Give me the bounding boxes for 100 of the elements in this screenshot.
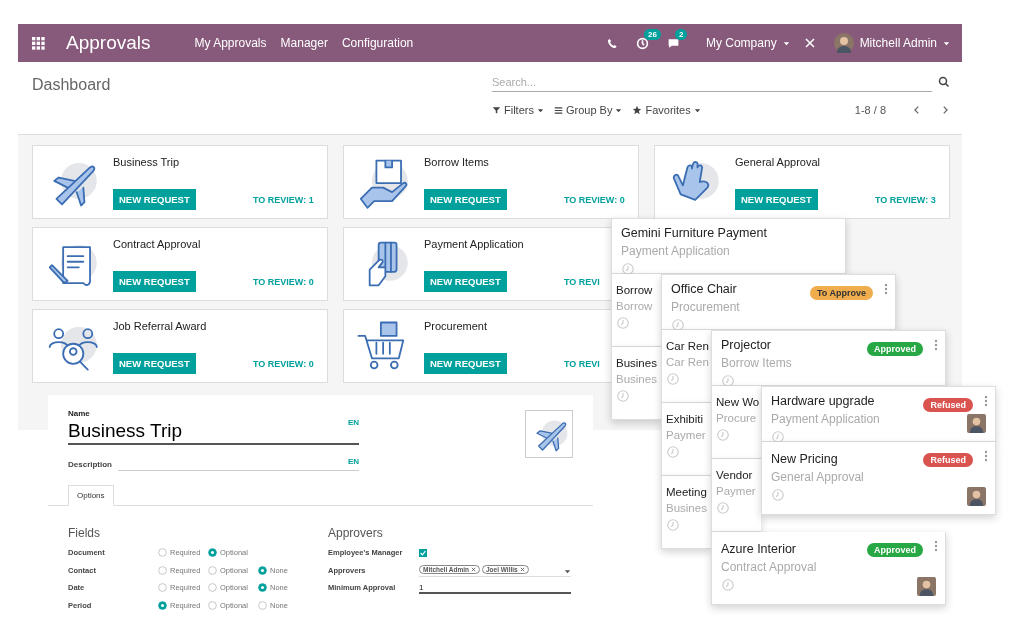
app-title[interactable]: Approvals bbox=[66, 32, 151, 54]
more-icon bbox=[934, 540, 938, 552]
request-title: Exhibiti bbox=[666, 413, 704, 425]
kanban-card[interactable]: Azure Interior Contract Approval Approved bbox=[711, 532, 946, 605]
request-type: General Approval bbox=[771, 470, 864, 484]
close-icon bbox=[519, 567, 525, 573]
radio-button[interactable] bbox=[258, 583, 267, 593]
to-review-link[interactable]: TO REVIEW: 0 bbox=[253, 276, 314, 287]
new-request-button[interactable]: NEW REQUEST bbox=[735, 189, 818, 210]
status-badge: To Approve bbox=[810, 286, 873, 300]
radio-button[interactable] bbox=[158, 565, 167, 575]
caret-icon bbox=[536, 106, 544, 114]
menu-icon bbox=[553, 105, 563, 115]
request-type: Procure bbox=[716, 412, 757, 424]
request-type: Car Ren bbox=[666, 356, 709, 368]
radio-button[interactable] bbox=[258, 565, 267, 575]
phone-icon bbox=[606, 37, 618, 49]
request-title: Office Chair bbox=[671, 282, 737, 296]
filter-menu[interactable]: Filters bbox=[492, 104, 544, 116]
new-request-button[interactable]: NEW REQUEST bbox=[113, 271, 196, 292]
radio-button[interactable] bbox=[158, 548, 167, 558]
user-menu[interactable]: Mitchell Admin bbox=[833, 33, 950, 53]
section-title: Approvers bbox=[328, 526, 384, 540]
clock-icon bbox=[621, 262, 635, 276]
request-type: Borrow Items bbox=[721, 356, 792, 370]
radio-button[interactable] bbox=[208, 600, 217, 610]
category-name: General Approval bbox=[735, 156, 820, 168]
request-type: Procurement bbox=[671, 300, 740, 314]
to-review-link[interactable]: TO REVI bbox=[564, 276, 600, 287]
radio-button[interactable] bbox=[158, 600, 167, 610]
kanban-card[interactable]: Vendor Paymer bbox=[711, 459, 761, 532]
kanban-card[interactable]: Projector Borrow Items Approved bbox=[711, 330, 946, 386]
apps-menu-icon bbox=[30, 35, 46, 51]
clock-icon bbox=[771, 488, 785, 502]
radio-button[interactable] bbox=[208, 548, 217, 558]
request-type: Busines bbox=[616, 373, 657, 385]
request-title: Hardware upgrade bbox=[771, 394, 875, 408]
clock-icon bbox=[616, 389, 630, 403]
clock-icon bbox=[716, 428, 730, 442]
menu-item[interactable]: Manager bbox=[280, 36, 328, 50]
kanban-card[interactable]: New Pricing General Approval Refused bbox=[761, 442, 996, 515]
kanban-card[interactable]: Car Ren Car Ren bbox=[661, 330, 711, 403]
kanban-card[interactable]: Busines Busines bbox=[611, 347, 661, 420]
request-type: Payment Application bbox=[771, 412, 880, 426]
radio-button[interactable] bbox=[158, 583, 167, 593]
caret-icon bbox=[615, 106, 623, 114]
new-request-button[interactable]: NEW REQUEST bbox=[113, 353, 196, 374]
checkbox[interactable] bbox=[419, 548, 427, 557]
request-title: Car Ren bbox=[666, 340, 709, 352]
request-title: Vendor bbox=[716, 469, 753, 481]
clock-icon bbox=[666, 372, 680, 386]
category-name: Job Referral Award bbox=[113, 320, 207, 332]
to-review-link[interactable]: TO REVIEW: 0 bbox=[253, 358, 314, 369]
request-title: Projector bbox=[721, 338, 772, 352]
kanban-card[interactable]: Office Chair Procurement To Approve bbox=[661, 274, 896, 330]
kanban-card[interactable]: Exhibiti Paymer bbox=[661, 403, 711, 476]
to-review-link[interactable]: TO REVIEW: 3 bbox=[875, 194, 936, 205]
tools-icon bbox=[803, 37, 816, 49]
minimum-approval-field[interactable]: 1 bbox=[419, 581, 571, 595]
to-review-link[interactable]: TO REVIEW: 1 bbox=[253, 194, 314, 205]
to-review-link[interactable]: TO REVIEW: 0 bbox=[564, 194, 625, 205]
new-request-button[interactable]: NEW REQUEST bbox=[424, 271, 507, 292]
kanban-card[interactable]: New Wo Procure bbox=[711, 386, 761, 459]
description-field[interactable]: EN bbox=[118, 457, 359, 471]
chat-icon bbox=[666, 36, 680, 50]
new-request-button[interactable]: NEW REQUEST bbox=[424, 189, 507, 210]
field-label: Description bbox=[68, 459, 113, 469]
caret-icon bbox=[943, 39, 950, 47]
radio-button[interactable] bbox=[258, 600, 267, 610]
kanban-card[interactable]: Hardware upgrade Payment Application Refused bbox=[761, 386, 996, 442]
new-request-button[interactable]: NEW REQUEST bbox=[424, 353, 507, 374]
menu-item[interactable]: My Approvals bbox=[194, 36, 267, 50]
language-link[interactable]: EN bbox=[347, 457, 359, 466]
request-type: Contract Approval bbox=[721, 560, 817, 574]
filter-menu[interactable]: Favorites bbox=[632, 104, 701, 116]
image-frame[interactable] bbox=[525, 410, 573, 458]
star-icon bbox=[632, 105, 643, 115]
activity-count: 26 bbox=[643, 28, 661, 40]
company-switcher[interactable]: My Company bbox=[705, 36, 790, 50]
search-field[interactable]: Search... bbox=[492, 72, 932, 92]
filter-menu[interactable]: Group By bbox=[553, 104, 623, 116]
clock-icon bbox=[666, 445, 680, 459]
more-icon bbox=[984, 450, 988, 462]
language-link[interactable]: EN bbox=[347, 418, 359, 427]
radio-button[interactable] bbox=[208, 565, 217, 575]
menu-item[interactable]: Configuration bbox=[341, 36, 414, 50]
avatar bbox=[833, 33, 854, 53]
request-type: Payment Application bbox=[621, 244, 730, 258]
kanban-card[interactable]: Gemini Furniture Payment Payment Application bbox=[611, 218, 846, 274]
new-request-button[interactable]: NEW REQUEST bbox=[113, 189, 196, 210]
request-type: Paymer bbox=[716, 485, 756, 497]
breadcrumb: Dashboard bbox=[32, 76, 112, 94]
kanban-card[interactable]: Meeting Busines bbox=[661, 476, 711, 549]
tab[interactable]: Options bbox=[68, 485, 114, 506]
close-icon bbox=[471, 567, 476, 573]
radio-button[interactable] bbox=[208, 583, 217, 593]
field-label: Name bbox=[68, 409, 91, 418]
to-review-link[interactable]: TO REVI bbox=[564, 358, 600, 369]
kanban-card[interactable]: Borrow Borrow bbox=[611, 274, 661, 347]
name-field[interactable]: Business Trip EN bbox=[68, 418, 359, 445]
